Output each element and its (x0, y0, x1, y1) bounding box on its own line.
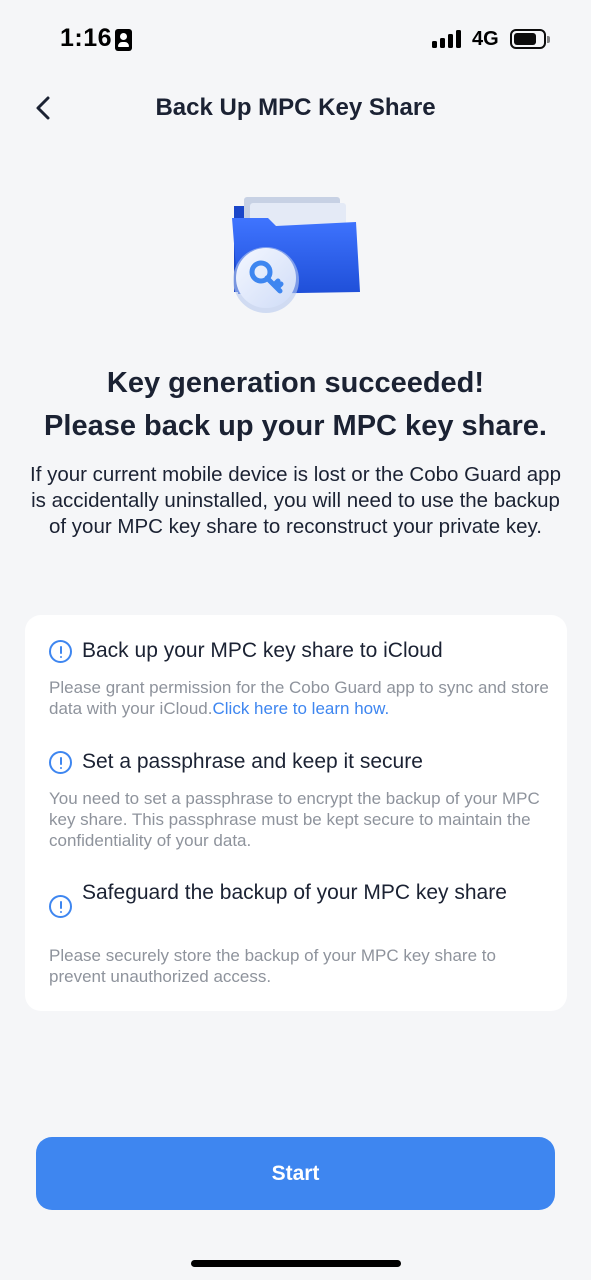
contact-card-icon (115, 29, 132, 51)
success-headline: Key generation succeeded! Please back up… (0, 362, 591, 448)
tip-body: You need to set a passphrase to encrypt … (49, 789, 540, 850)
battery-icon (510, 29, 550, 49)
backup-screen: 1:16 4G Back Up MPC Key Share Key genera… (0, 0, 591, 1280)
tip-title: Set a passphrase and keep it secure (82, 750, 423, 773)
tip-title: Back up your MPC key share to iCloud (82, 639, 443, 662)
learn-how-link[interactable]: Click here to learn how. (212, 699, 389, 718)
battery-level (514, 33, 536, 45)
status-time: 1:16 (60, 24, 113, 52)
nav-bar: Back Up MPC Key Share (0, 80, 591, 136)
start-button[interactable]: Start (36, 1137, 555, 1210)
cellular-signal-icon (432, 30, 464, 48)
folder-key-illustration (228, 192, 368, 317)
info-circle-icon (49, 895, 72, 918)
info-circle-icon (49, 640, 72, 663)
backup-description: If your current mobile device is lost or… (30, 463, 561, 538)
headline-line-2: Please back up your MPC key share. (44, 410, 547, 442)
tip-body: Please grant permission for the Cobo Gua… (49, 677, 549, 719)
tip-title: Safeguard the backup of your MPC key sha… (82, 881, 507, 904)
home-indicator[interactable] (191, 1260, 401, 1267)
tip-body: Please securely store the backup of your… (49, 946, 496, 986)
status-bar: 1:16 4G (0, 0, 591, 80)
headline-line-1: Key generation succeeded! (106, 367, 485, 399)
info-circle-icon (49, 751, 72, 774)
network-type: 4G (472, 28, 499, 50)
page-title: Back Up MPC Key Share (155, 94, 436, 121)
backup-tips-card: Back up your MPC key share to iCloud Ple… (25, 615, 567, 1011)
